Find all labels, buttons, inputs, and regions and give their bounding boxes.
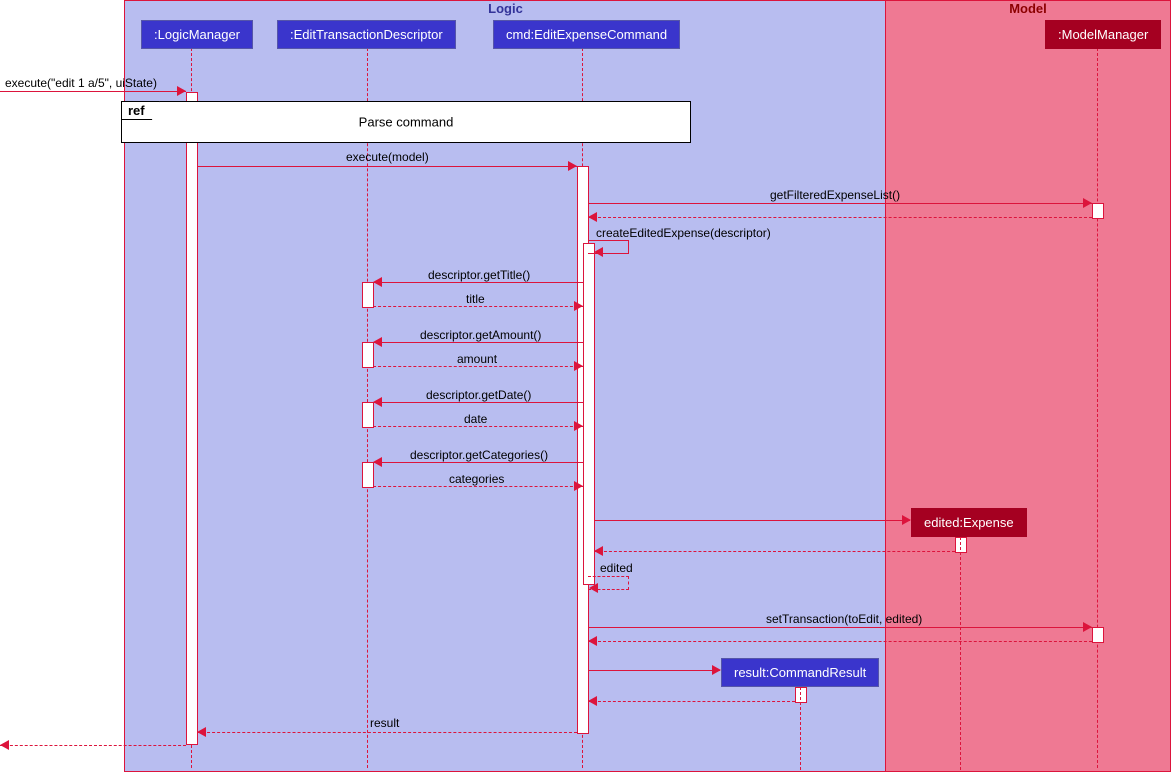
lifeline-expense — [960, 537, 961, 770]
arrowhead-exec-entry — [177, 86, 186, 96]
arrow-settransaction — [588, 627, 1092, 628]
arrowhead-date-return — [574, 421, 583, 431]
arrowhead-selfreturn-edited — [589, 583, 598, 593]
arrow-result-to-lm — [197, 732, 577, 733]
arrowhead-title-return — [574, 301, 583, 311]
arrow-getamount — [373, 342, 583, 343]
participant-command: cmd:EditExpenseCommand — [493, 20, 680, 49]
participant-logicmanager: :LogicManager — [141, 20, 253, 49]
participant-expense: edited:Expense — [911, 508, 1027, 537]
arrowhead-gettitle — [373, 277, 382, 287]
participant-modelmanager: :ModelManager — [1045, 20, 1161, 49]
msg-getdate: descriptor.getDate() — [426, 388, 531, 402]
sequence-diagram: Logic Model :LogicManager :EditTransacti… — [0, 0, 1173, 771]
arrow-getfiltered-return — [588, 217, 1092, 218]
arrow-title-return — [373, 306, 583, 307]
arrowhead-create-expense — [902, 515, 911, 525]
logic-region-label: Logic — [488, 1, 523, 16]
activation-model-settransaction — [1092, 627, 1104, 643]
model-region: Model — [885, 0, 1171, 772]
activation-result — [795, 687, 807, 703]
msg-settransaction: setTransaction(toEdit, edited) — [766, 612, 922, 626]
lifeline-modelmanager — [1097, 48, 1098, 768]
arrow-amount-return — [373, 366, 583, 367]
msg-categories-return: categories — [449, 472, 504, 486]
arrowhead-createedited — [594, 247, 603, 257]
arrowhead-create-result — [712, 665, 721, 675]
ref-label: ref — [121, 101, 160, 120]
msg-gettitle: descriptor.getTitle() — [428, 268, 530, 282]
arrow-getfiltered — [588, 203, 1092, 204]
arrow-getdate — [373, 402, 583, 403]
arrow-categories-return — [373, 486, 583, 487]
ref-text: Parse command — [359, 115, 454, 130]
activation-logicmanager — [186, 92, 198, 745]
msg-getamount: descriptor.getAmount() — [420, 328, 541, 342]
arrow-exec-entry — [0, 91, 186, 92]
arrow-date-return — [373, 426, 583, 427]
arrow-gettitle — [373, 282, 583, 283]
msg-edited-return: edited — [600, 561, 633, 575]
msg-exec-model: execute(model) — [346, 150, 429, 164]
arrowhead-settransaction — [1083, 622, 1092, 632]
arrow-result-return — [588, 701, 795, 702]
arrowhead-exec-model — [568, 161, 577, 171]
activation-expense — [955, 537, 967, 553]
participant-descriptor: :EditTransactionDescriptor — [277, 20, 456, 49]
arrowhead-getdate — [373, 397, 382, 407]
arrowhead-result-return — [588, 696, 597, 706]
arrow-create-expense — [594, 520, 910, 521]
arrow-create-result — [588, 670, 720, 671]
lifeline-result — [800, 687, 801, 770]
arrowhead-getfiltered-return — [588, 212, 597, 222]
arrowhead-result-to-lm — [197, 727, 206, 737]
msg-title-return: title — [466, 292, 485, 306]
arrowhead-getfiltered — [1083, 198, 1092, 208]
arrow-exec-model — [197, 166, 577, 167]
msg-exec-entry: execute("edit 1 a/5", uiState) — [5, 76, 157, 90]
ref-frame: ref Parse command — [121, 101, 691, 143]
arrowhead-getamount — [373, 337, 382, 347]
activation-command-inner — [583, 243, 595, 585]
arrow-getcategories — [373, 462, 583, 463]
arrowhead-amount-return — [574, 361, 583, 371]
arrow-settransaction-return — [588, 641, 1092, 642]
msg-amount-return: amount — [457, 352, 497, 366]
arrowhead-categories-return — [574, 481, 583, 491]
arrow-expense-return — [594, 551, 955, 552]
arrowhead-settransaction-return — [588, 636, 597, 646]
msg-createedited: createEditedExpense(descriptor) — [596, 226, 771, 240]
arrowhead-exit — [0, 740, 9, 750]
arrowhead-expense-return — [594, 546, 603, 556]
msg-getcategories: descriptor.getCategories() — [410, 448, 548, 462]
participant-result: result:CommandResult — [721, 658, 879, 687]
arrowhead-getcategories — [373, 457, 382, 467]
activation-model-getfiltered — [1092, 203, 1104, 219]
msg-getfiltered: getFilteredExpenseList() — [770, 188, 900, 202]
arrow-exit — [0, 745, 186, 746]
msg-result-return: result — [370, 716, 399, 730]
msg-date-return: date — [464, 412, 487, 426]
model-region-label: Model — [1009, 1, 1047, 16]
